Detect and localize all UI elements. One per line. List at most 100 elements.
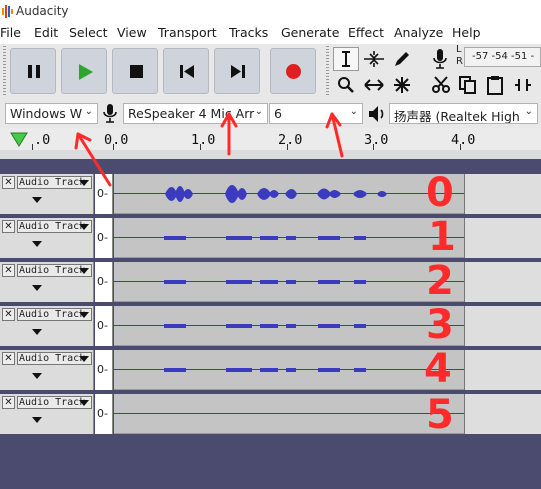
selection-tool-icon (342, 51, 350, 67)
microphone-icon[interactable] (432, 48, 448, 70)
toolbar-grip[interactable] (3, 46, 6, 96)
track-annotation-number: 5 (426, 392, 454, 438)
window-title: Audacity (16, 4, 69, 18)
selection-tool-button[interactable] (333, 47, 359, 71)
empty-track-area[interactable] (464, 350, 541, 390)
pause-icon (28, 65, 40, 78)
waveform-baseline (114, 413, 464, 414)
envelope-tool-button[interactable] (361, 47, 387, 71)
menu-help[interactable]: Help (452, 25, 481, 40)
stop-icon (130, 65, 143, 78)
waveform-area[interactable] (114, 218, 464, 258)
track-name-menu[interactable]: Audio Track (17, 396, 92, 409)
draw-tool-button[interactable] (389, 47, 415, 71)
menu-file[interactable]: File (0, 25, 21, 40)
play-button[interactable] (61, 48, 107, 94)
empty-track-area[interactable] (464, 262, 541, 302)
menu-effect[interactable]: Effect (348, 25, 384, 40)
trim-button[interactable] (510, 73, 536, 97)
waveform (164, 236, 366, 240)
empty-track-area[interactable] (464, 218, 541, 258)
play-icon (79, 64, 93, 80)
collapse-track-icon[interactable] (32, 241, 42, 247)
audio-track[interactable]: ✕ Audio Track 0- (0, 350, 541, 394)
track-control-panel: ✕ Audio Track (0, 350, 94, 390)
track-annotation-number: 1 (428, 214, 456, 260)
collapse-track-icon[interactable] (32, 285, 42, 291)
chevron-down-icon (79, 356, 89, 362)
cut-button[interactable] (428, 73, 454, 97)
paste-icon (487, 76, 503, 95)
menu-transport[interactable]: Transport (158, 25, 217, 40)
track-control-panel: ✕ Audio Track (0, 262, 94, 302)
waveform-area[interactable] (114, 262, 464, 302)
track-annotation-number: 3 (426, 302, 454, 348)
waveform-area[interactable] (114, 306, 464, 346)
waveform (164, 368, 366, 372)
chevron-down-icon (79, 400, 89, 406)
track-control-panel: ✕ Audio Track (0, 218, 94, 258)
cut-icon (432, 76, 450, 93)
menu-tracks[interactable]: Tracks (229, 25, 268, 40)
audacity-logo-icon (2, 5, 13, 18)
audio-track[interactable]: ✕ Audio Track 0- (0, 262, 541, 306)
paste-button[interactable] (482, 73, 508, 97)
waveform (164, 324, 366, 328)
empty-track-area[interactable] (464, 394, 541, 434)
tools-grip[interactable] (326, 46, 329, 96)
skip-to-start-button[interactable] (163, 48, 209, 94)
multi-tool-button[interactable] (389, 73, 415, 97)
track-control-panel: ✕ Audio Track (0, 394, 94, 434)
menu-view[interactable]: View (117, 25, 147, 40)
chevron-down-icon (79, 224, 89, 230)
track-vertical-ruler: 0- (95, 262, 113, 302)
track-name-menu[interactable]: Audio Track (17, 352, 92, 365)
meter-l-label: L (456, 44, 462, 55)
collapse-track-icon[interactable] (32, 329, 42, 335)
menu-edit[interactable]: Edit (34, 25, 58, 40)
envelope-tool-icon (364, 51, 384, 67)
close-track-button[interactable]: ✕ (2, 396, 15, 409)
trim-icon (515, 79, 531, 91)
menu-analyze[interactable]: Analyze (394, 25, 443, 40)
close-track-button[interactable]: ✕ (2, 308, 15, 321)
track-vertical-ruler: 0- (95, 218, 113, 258)
collapse-track-icon[interactable] (32, 373, 42, 379)
track-vertical-ruler: 0- (95, 394, 113, 434)
chevron-down-icon (79, 312, 89, 318)
title-bar (0, 0, 541, 24)
meter-scale: -57 -54 -51 - (472, 51, 535, 62)
menu-select[interactable]: Select (69, 25, 108, 40)
audio-track[interactable]: ✕ Audio Track 0- (0, 394, 541, 438)
collapse-track-icon[interactable] (32, 197, 42, 203)
draw-tool-icon (395, 52, 409, 66)
skip-end-icon (231, 65, 245, 78)
zoom-tool-button[interactable] (333, 73, 359, 97)
track-name-menu[interactable]: Audio Track (17, 264, 92, 277)
close-track-button[interactable]: ✕ (2, 220, 15, 233)
empty-track-area[interactable] (464, 306, 541, 346)
stop-button[interactable] (112, 48, 158, 94)
track-name-menu[interactable]: Audio Track (17, 308, 92, 321)
menu-generate[interactable]: Generate (281, 25, 339, 40)
close-track-button[interactable]: ✕ (2, 264, 15, 277)
track-name-menu[interactable]: Audio Track (17, 220, 92, 233)
timeshift-tool-icon (364, 79, 384, 91)
track-annotation-number: 2 (426, 258, 454, 304)
audio-track[interactable]: ✕ Audio Track 0- (0, 306, 541, 350)
pause-button[interactable] (10, 48, 56, 94)
record-button[interactable] (270, 48, 316, 94)
skip-start-icon (180, 65, 194, 78)
chevron-down-icon (79, 268, 89, 274)
close-track-button[interactable]: ✕ (2, 352, 15, 365)
zoom-tool-icon (338, 77, 354, 93)
track-annotation-number: 4 (424, 346, 452, 392)
record-icon (286, 64, 301, 79)
collapse-track-icon[interactable] (32, 417, 42, 423)
audio-track[interactable]: ✕ Audio Track 0- (0, 218, 541, 262)
skip-to-end-button[interactable] (214, 48, 260, 94)
timeshift-tool-button[interactable] (361, 73, 387, 97)
waveform-area[interactable] (114, 394, 464, 434)
waveform-area[interactable] (114, 350, 464, 390)
copy-button[interactable] (455, 73, 481, 97)
